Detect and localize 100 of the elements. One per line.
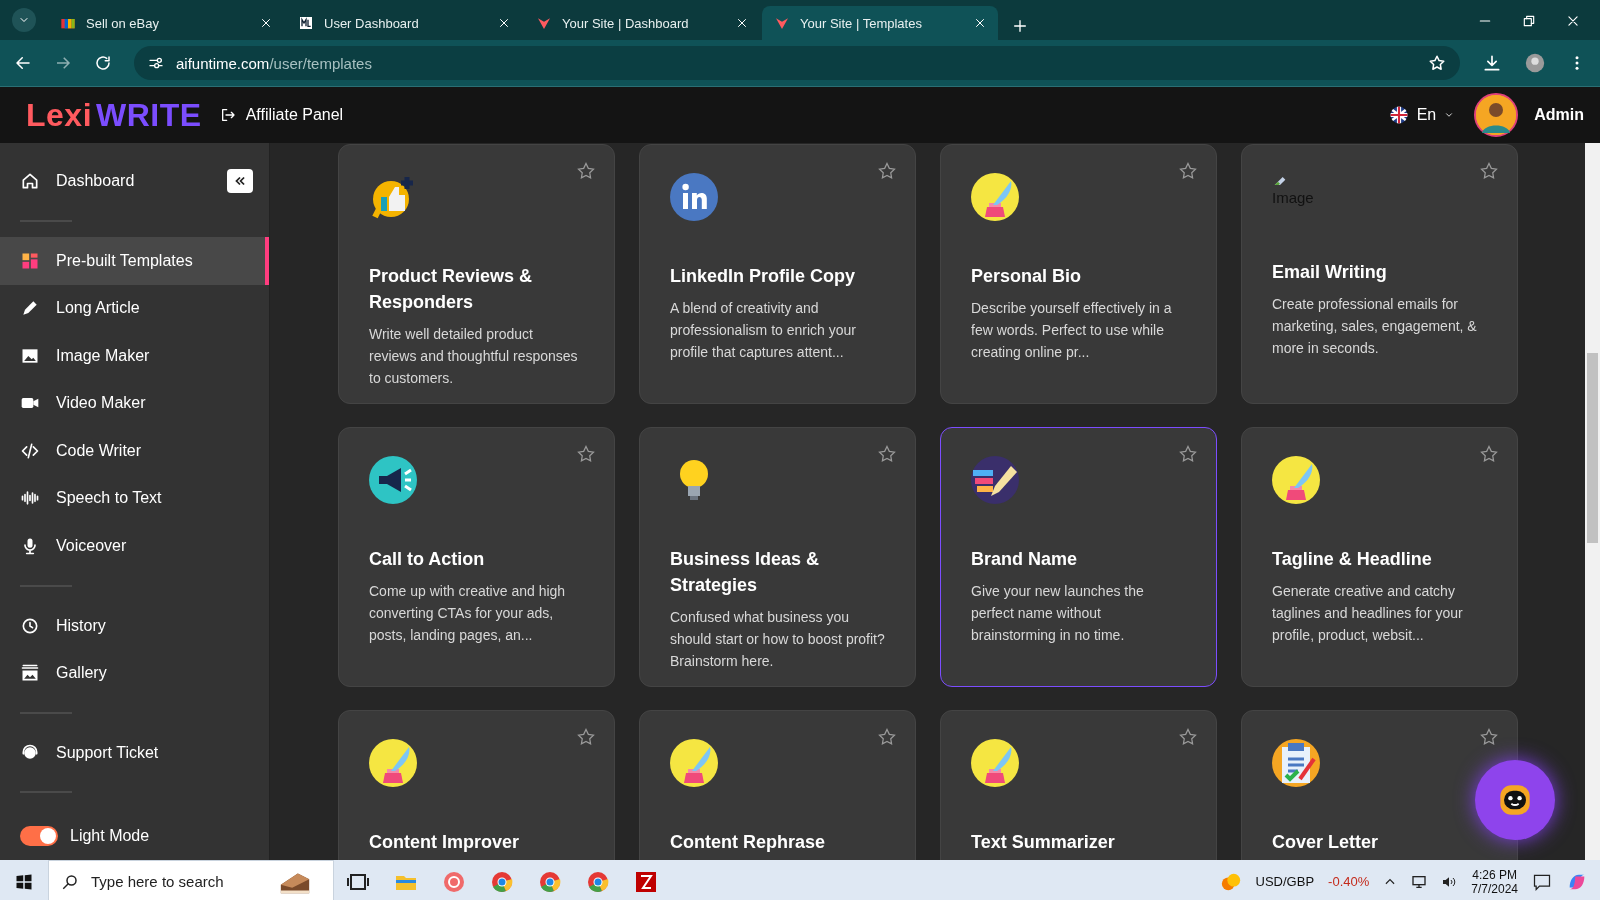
card-title: Personal Bio <box>971 265 1083 288</box>
card-title: Content Improver <box>369 831 520 854</box>
quill-ink-icon <box>670 739 718 787</box>
avatar[interactable] <box>1476 95 1517 135</box>
sidebar-item[interactable]: Voiceover <box>0 522 269 570</box>
star-icon[interactable] <box>1178 444 1198 464</box>
template-card[interactable]: Business Ideas & Strategies Confused what business you should start or how to boost profit? Brainstorm here. <box>639 427 916 687</box>
star-icon[interactable] <box>1178 727 1198 747</box>
clock-time[interactable]: 4:26 PM <box>1472 867 1517 882</box>
star-icon[interactable] <box>1479 727 1499 747</box>
close-icon <box>260 17 272 29</box>
collapse-button[interactable] <box>227 169 253 193</box>
forward-icon[interactable] <box>54 54 72 72</box>
template-card[interactable]: Text Summarizer <box>940 710 1217 860</box>
card-title: Cover Letter <box>1272 831 1380 854</box>
star-icon[interactable] <box>877 161 897 181</box>
card-description: Create professional emails for marketing, sales, engagement, & more in seconds. <box>1272 295 1478 358</box>
sidebar-item[interactable]: Speech to Text <box>0 474 269 523</box>
star-icon[interactable] <box>1479 444 1499 464</box>
template-card[interactable]: Cover Letter <box>1241 710 1518 860</box>
user-name[interactable]: Admin <box>1534 106 1584 124</box>
toggle-label: Light Mode <box>70 827 150 846</box>
reload-icon[interactable] <box>94 54 112 72</box>
browser-tab[interactable]: User Dashboard <box>286 6 522 40</box>
windows-icon[interactable] <box>15 872 33 891</box>
sidebar-item[interactable]: Support Ticket <box>0 728 269 777</box>
chrome-icon[interactable] <box>490 869 514 894</box>
download-icon[interactable] <box>1482 53 1502 73</box>
template-card[interactable]: Content Rephrase <box>639 710 916 860</box>
clock-date[interactable]: 7/7/2024 <box>1471 881 1518 896</box>
target-app-icon[interactable] <box>442 869 466 894</box>
chrome-icon[interactable] <box>538 869 562 894</box>
taskbar-search-field[interactable]: Type here to search <box>48 860 334 900</box>
star-icon[interactable] <box>1479 161 1499 181</box>
star-icon[interactable] <box>1178 161 1198 181</box>
search-icon <box>61 872 79 891</box>
network-icon[interactable] <box>1411 873 1428 890</box>
template-card[interactable]: Content Improver <box>338 710 615 860</box>
card-title: Content Rephrase <box>670 831 827 854</box>
template-card[interactable]: Brand Name Give your new launches the perfect name without brainstorming in no time. <box>940 427 1217 687</box>
megaphone-icon <box>369 456 417 504</box>
caret-icon <box>1444 110 1455 120</box>
address-field[interactable]: aifuntime.com/user/templates <box>134 46 1460 80</box>
back-icon[interactable] <box>14 54 32 72</box>
chrome-icon[interactable] <box>586 869 610 894</box>
template-card[interactable]: Personal Bio Describe yourself effectively in a few words. Perfect to use while creating online pr... <box>940 144 1217 404</box>
language-selector[interactable]: En <box>1388 105 1455 125</box>
restore-icon[interactable] <box>1522 14 1536 28</box>
close-icon <box>736 17 748 29</box>
sidebar-item[interactable]: Long Article <box>0 284 269 333</box>
card-description: Confused what business you should start or how to boost profit? Brainstorm here. <box>670 608 885 671</box>
currency-pair: USD/GBP <box>1255 874 1315 889</box>
card-description: Come up with creative and high converting CTAs for your ads, posts, landing pages, an... <box>369 582 567 645</box>
profile-icon[interactable] <box>1524 52 1546 74</box>
star-icon[interactable] <box>1428 54 1446 72</box>
card-title: Product Reviews & Responders <box>369 265 534 314</box>
toggle-switch[interactable] <box>20 826 58 847</box>
linkedin-icon <box>670 173 718 221</box>
star-icon[interactable] <box>576 727 596 747</box>
template-card[interactable]: Call to Action Come up with creative and high converting CTAs for your ads, posts, landing pages, an... <box>338 427 615 687</box>
scrollbar[interactable] <box>1585 143 1600 860</box>
card-title: Brand Name <box>971 548 1079 571</box>
sidebar-item[interactable]: Pre-built Templates <box>0 237 269 285</box>
affiliate-link[interactable]: Affiliate Panel <box>219 106 344 124</box>
template-card[interactable]: Product Reviews & Responders Write well detailed product reviews and thoughtful responses to customers. <box>338 144 615 404</box>
sidebar-item[interactable]: Gallery <box>0 649 269 697</box>
star-icon[interactable] <box>877 444 897 464</box>
quill-ink-icon <box>369 739 417 787</box>
plus-icon[interactable] <box>1012 18 1028 34</box>
browser-tab[interactable]: Your Site | Templates <box>762 6 998 40</box>
filezilla-icon[interactable] <box>634 869 658 894</box>
site-settings-icon <box>148 55 164 71</box>
star-icon[interactable] <box>576 161 596 181</box>
pencil-notes-icon <box>971 456 1019 504</box>
chat-bot-button[interactable] <box>1475 760 1555 840</box>
sidebar-item[interactable]: Video Maker <box>0 379 269 428</box>
quill-ink-icon <box>1272 456 1320 504</box>
star-icon[interactable] <box>576 444 596 464</box>
tab-list-button[interactable] <box>12 8 36 32</box>
card-description: Generate creative and catchy taglines and headlines for your profile, product, websit... <box>1272 582 1464 645</box>
sidebar-item[interactable]: Image Maker <box>0 332 269 380</box>
quill-ink-icon <box>971 739 1019 787</box>
browser-tab[interactable]: Your Site | Dashboard <box>524 6 760 40</box>
sidebar-item[interactable]: History <box>0 601 269 650</box>
gallery-icon <box>20 663 40 684</box>
flag-icon <box>1388 105 1409 125</box>
card-description: Write well detailed product reviews and thoughtful responses to customers. <box>369 325 579 388</box>
sidebar-item[interactable]: Code Writer <box>0 427 269 475</box>
browser-tab[interactable]: Sell on eBay <box>48 6 284 40</box>
star-icon[interactable] <box>877 727 897 747</box>
letters-icon <box>298 15 314 31</box>
home-icon <box>20 171 40 191</box>
close-icon[interactable] <box>1566 14 1580 28</box>
sidebar-item[interactable]: Dashboard <box>0 157 227 205</box>
card-title: Tagline & Headline <box>1272 548 1433 571</box>
card-title: Business Ideas & Strategies <box>670 548 821 597</box>
template-card[interactable]: Tagline & Headline Generate creative and catchy taglines and headlines for your profile, product, websit... <box>1241 427 1518 687</box>
card-title: Text Summarizer <box>971 831 1116 854</box>
quill-ink-icon <box>971 173 1019 221</box>
template-card[interactable]: LinkedIn Profile Copy A blend of creativity and professionalism to enrich your profile that captures attent... <box>639 144 916 404</box>
